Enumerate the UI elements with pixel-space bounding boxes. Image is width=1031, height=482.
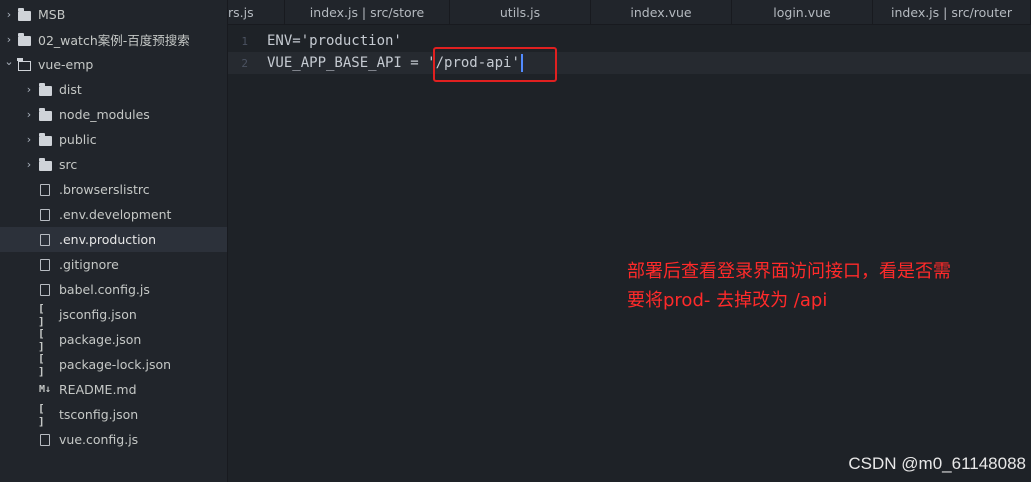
tree-item[interactable]: .env.production [0, 227, 227, 252]
folder-icon [38, 107, 52, 122]
tree-item-label: .browserslistrc [59, 182, 150, 197]
folder-icon [38, 132, 52, 147]
folder-icon [38, 157, 52, 172]
tree-item[interactable]: vue.config.js [0, 427, 227, 452]
code-key: VUE_APP_BASE_API = [267, 55, 428, 71]
tree-item-label: .env.production [59, 232, 157, 247]
code-line-1[interactable]: 1 ENV='production' [228, 30, 1031, 52]
tree-item[interactable]: babel.config.js [0, 277, 227, 302]
chevron-right-icon[interactable]: › [23, 83, 35, 96]
line-number: 2 [241, 56, 248, 70]
tree-item-label: 02_watch案例-百度预搜索 [38, 33, 190, 48]
editor-tab[interactable]: utils.js [450, 0, 591, 24]
file-icon [38, 233, 52, 247]
file-icon [38, 258, 52, 272]
chevron-right-icon[interactable]: › [23, 158, 35, 171]
folder-open-icon [17, 57, 31, 72]
tree-item-label: README.md [59, 382, 137, 397]
folder-icon [17, 7, 31, 22]
folder-icon [38, 82, 52, 97]
tree-item-label: tsconfig.json [59, 407, 139, 422]
file-explorer-sidebar: › MSB › 02_watch案例-百度预搜索 ⌄ vue-emp › dist › node_… [0, 0, 228, 482]
js-file-icon [38, 283, 52, 297]
tree-item[interactable]: .browserslistrc [0, 177, 227, 202]
tree-item[interactable]: › node_modules [0, 102, 227, 127]
tree-item-label: dist [59, 82, 82, 97]
tree-item[interactable]: M↓ README.md [0, 377, 227, 402]
tree-item[interactable]: › 02_watch案例-百度预搜索 [0, 27, 227, 52]
annotation-note: 部署后查看登录界面访问接口，看是否需 要将prod- 去掉改为 /api [627, 257, 951, 315]
tree-item[interactable]: [ ] package.json [0, 326, 227, 353]
folder-icon [17, 32, 31, 47]
json-file-icon: [ ] [38, 401, 45, 428]
tree-item-label: jsconfig.json [59, 307, 137, 322]
tree-item-label: .env.development [59, 207, 172, 222]
markdown-file-icon: M↓ [38, 384, 52, 395]
tree-item[interactable]: › public [0, 127, 227, 152]
tree-item-label: package.json [59, 332, 142, 347]
tree-item-label: MSB [38, 7, 66, 22]
tree-item-label: src [59, 157, 78, 172]
tree-item-label: .gitignore [59, 257, 119, 272]
code-text: ENV='production' [267, 33, 402, 49]
code-editor[interactable]: 1 ENV='production' 2 VUE_APP_BASE_API = … [228, 25, 1031, 482]
tree-item[interactable]: .gitignore [0, 252, 227, 277]
editor-tab[interactable]: index.js | src/router [873, 0, 1031, 24]
tree-item[interactable]: [ ] package-lock.json [0, 351, 227, 378]
tree-item-label: babel.config.js [59, 282, 150, 297]
watermark: CSDN @m0_61148088 [848, 454, 1026, 473]
tree-item[interactable]: [ ] tsconfig.json [0, 401, 227, 428]
tree-item[interactable]: ⌄ vue-emp [0, 52, 227, 77]
chevron-right-icon[interactable]: › [23, 108, 35, 121]
tree-item[interactable]: › src [0, 152, 227, 177]
json-file-icon: [ ] [38, 301, 45, 328]
chevron-down-icon[interactable]: ⌄ [3, 55, 15, 68]
json-file-icon: [ ] [38, 351, 45, 378]
json-file-icon: [ ] [38, 326, 45, 353]
editor-tab[interactable]: index.js | src/store [285, 0, 450, 24]
editor-tab-bar: rs.js index.js | src/store utils.js index.v… [228, 0, 1031, 25]
file-icon [38, 208, 52, 222]
tree-item-label: vue-emp [38, 57, 94, 72]
annotation-line-1: 部署后查看登录界面访问接口，看是否需 [627, 261, 951, 282]
tree-item[interactable]: › dist [0, 77, 227, 102]
editor-tab[interactable]: index.vue [591, 0, 732, 24]
js-file-icon [38, 433, 52, 447]
chevron-right-icon[interactable]: › [3, 8, 15, 21]
tree-item[interactable]: › MSB [0, 2, 227, 27]
chevron-right-icon[interactable]: › [3, 33, 15, 46]
annotation-line-2: 要将prod- 去掉改为 /api [627, 290, 828, 311]
tree-item-label: public [59, 132, 97, 147]
chevron-right-icon[interactable]: › [23, 133, 35, 146]
highlight-box [433, 47, 557, 82]
tree-item-label: vue.config.js [59, 432, 139, 447]
code-line-2[interactable]: 2 VUE_APP_BASE_API = '/prod-api' [228, 52, 1031, 74]
tree-item[interactable]: .env.development [0, 202, 227, 227]
file-icon [38, 183, 52, 197]
editor-tab[interactable]: rs.js [228, 0, 285, 24]
editor-tab[interactable]: login.vue [732, 0, 873, 24]
tree-item-label: package-lock.json [59, 357, 172, 372]
line-number: 1 [241, 34, 248, 48]
tree-item-label: node_modules [59, 107, 150, 122]
tree-item[interactable]: [ ] jsconfig.json [0, 301, 227, 328]
